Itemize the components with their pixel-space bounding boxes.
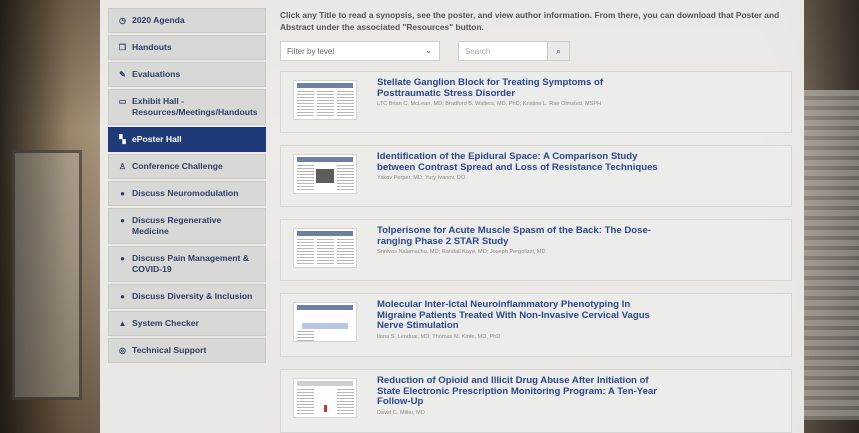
sidebar-item-label: 2020 Agenda xyxy=(132,15,185,25)
sidebar-item-agenda[interactable]: ◷ 2020 Agenda xyxy=(108,8,266,33)
sidebar-item-discuss-neuromodulation[interactable]: ● Discuss Neuromodulation xyxy=(108,181,266,206)
sidebar-nav: ◷ 2020 Agenda ❐ Handouts ✎ Evaluations ▭… xyxy=(108,8,266,365)
sidebar-item-discuss-diversity-inclusion[interactable]: ● Discuss Diversity & Inclusion xyxy=(108,284,266,309)
sidebar-item-label: ePoster Hall xyxy=(132,134,182,144)
comment-icon: ● xyxy=(120,292,125,301)
award-icon: ♙ xyxy=(118,162,127,171)
chevron-down-icon: ⌄ xyxy=(425,46,432,55)
poster-authors: Yakov Perper, MD; Yury Ivanov, DO xyxy=(377,175,466,181)
poster-title-text[interactable]: Stellate Ganglion Block for Treating Sym… xyxy=(377,77,603,99)
eposter-main: Click any Title to read a synopsis, see … xyxy=(280,10,800,433)
sidebar-item-discuss-pain-management-covid[interactable]: ● Discuss Pain Management & COVID-19 xyxy=(108,246,266,282)
sidebar-item-label: Discuss Diversity & Inclusion xyxy=(132,291,253,301)
comment-icon: ● xyxy=(120,216,125,225)
search-icon: ⌕ xyxy=(555,46,562,56)
content-panel: ◷ 2020 Agenda ❐ Handouts ✎ Evaluations ▭… xyxy=(100,0,804,433)
intro-text: Click any Title to read a synopsis, see … xyxy=(280,10,780,32)
poster-title-text[interactable]: Reduction of Opioid and Illicit Drug Abu… xyxy=(377,375,657,407)
comment-icon: ● xyxy=(120,254,125,263)
sidebar-item-label: Discuss Neuromodulation xyxy=(132,188,239,198)
poster-authors: LTC Brian C. McLean, MD; Bradford B. Wal… xyxy=(377,101,602,107)
sidebar-item-evaluations[interactable]: ✎ Evaluations xyxy=(108,62,266,87)
copy-icon: ❐ xyxy=(118,43,127,52)
background-poster-board-left xyxy=(12,150,82,400)
level-filter-select[interactable]: Filter by level ⌄ xyxy=(280,41,440,61)
poster-card[interactable]: Stellate Ganglion Block for Treating Sym… xyxy=(280,71,792,133)
sidebar-item-handouts[interactable]: ❐ Handouts xyxy=(108,35,266,60)
poster-thumbnail[interactable] xyxy=(293,154,357,194)
poster-authors: Srinivas Nalamachu, MD; Randall Kaye, MD… xyxy=(377,249,546,255)
filter-bar: Filter by level ⌄ Search ⌕ xyxy=(280,41,800,61)
sidebar-item-label: Technical Support xyxy=(132,345,207,355)
poster-title[interactable]: Identification of the Epidural Space: A … xyxy=(377,151,667,182)
poster-thumbnail[interactable] xyxy=(293,228,357,268)
comment-icon: ● xyxy=(120,189,125,198)
poster-title[interactable]: Reduction of Opioid and Illicit Drug Abu… xyxy=(377,375,667,417)
poster-title-text[interactable]: Molecular Inter-Ictal Neuroinflammatory … xyxy=(377,299,650,331)
level-filter-value: Filter by level xyxy=(287,47,335,56)
poster-title-text[interactable]: Identification of the Epidural Space: A … xyxy=(377,151,658,173)
background-poster-board-right xyxy=(804,90,859,420)
poster-title[interactable]: Molecular Inter-Ictal Neuroinflammatory … xyxy=(377,299,667,341)
warning-icon: ▲ xyxy=(118,319,127,328)
sidebar-item-system-checker[interactable]: ▲ System Checker xyxy=(108,311,266,336)
map-icon: ▚ xyxy=(119,135,126,144)
sidebar-item-discuss-regenerative-medicine[interactable]: ● Discuss Regenerative Medicine xyxy=(108,208,266,244)
poster-title-text[interactable]: Tolperisone for Acute Muscle Spasm of th… xyxy=(377,225,651,247)
sidebar-item-label: System Checker xyxy=(132,318,199,328)
poster-title[interactable]: Stellate Ganglion Block for Treating Sym… xyxy=(377,77,667,108)
search-input[interactable]: Search xyxy=(458,41,548,61)
sidebar-item-label: Discuss Regenerative Medicine xyxy=(132,215,222,236)
poster-thumbnail[interactable] xyxy=(293,302,357,342)
id-card-icon: ▭ xyxy=(118,97,127,106)
sidebar-item-exhibit-hall[interactable]: ▭ Exhibit Hall - Resources/Meetings/Hand… xyxy=(108,89,266,125)
sidebar-item-label: Exhibit Hall - Resources/Meetings/Handou… xyxy=(132,96,258,117)
search-button[interactable]: ⌕ xyxy=(548,41,570,61)
poster-card[interactable]: Reduction of Opioid and Illicit Drug Abu… xyxy=(280,369,792,433)
sidebar-item-label: Conference Challenge xyxy=(132,161,223,171)
support-icon: ◎ xyxy=(119,346,126,355)
poster-card[interactable]: Molecular Inter-Ictal Neuroinflammatory … xyxy=(280,293,792,357)
sidebar-item-label: Evaluations xyxy=(132,69,181,79)
poster-thumbnail[interactable] xyxy=(293,80,357,120)
sidebar-item-label: Handouts xyxy=(132,42,172,52)
poster-title[interactable]: Tolperisone for Acute Muscle Spasm of th… xyxy=(377,225,667,256)
poster-card[interactable]: Tolperisone for Acute Muscle Spasm of th… xyxy=(280,219,792,281)
sidebar-item-label: Discuss Pain Management & COVID-19 xyxy=(132,253,250,274)
clock-icon: ◷ xyxy=(119,16,126,25)
search-group: Search ⌕ xyxy=(458,41,570,61)
sidebar-item-conference-challenge[interactable]: ♙ Conference Challenge xyxy=(108,154,266,179)
edit-icon: ✎ xyxy=(119,70,126,79)
poster-authors: Ilana S. Lenduai, MD; Thomas M. Kinfe, M… xyxy=(377,333,501,340)
poster-authors: David C. Miller, MD xyxy=(377,409,425,416)
poster-thumbnail[interactable] xyxy=(293,378,357,418)
sidebar-item-technical-support[interactable]: ◎ Technical Support xyxy=(108,338,266,363)
poster-card[interactable]: Identification of the Epidural Space: A … xyxy=(280,145,792,207)
sidebar-item-eposter-hall[interactable]: ▚ ePoster Hall xyxy=(108,127,266,152)
